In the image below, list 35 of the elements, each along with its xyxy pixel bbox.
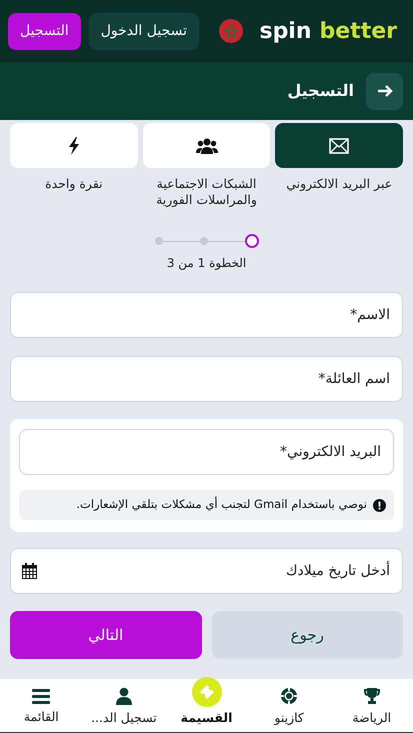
method-label: نقرة واحدة: [44, 176, 104, 192]
input-field[interactable]: الاسم*: [10, 292, 403, 338]
nav-item[interactable]: الرياضة: [330, 679, 413, 732]
method-label: الشبكات الاجتماعية والمراسلات الفورية: [155, 176, 258, 208]
chip-icon: [280, 687, 298, 706]
page-title: التسجيل: [287, 80, 354, 102]
trophy-icon: [362, 687, 381, 706]
logo[interactable]: spin better: [259, 14, 397, 48]
exclamation-icon: [373, 498, 386, 512]
envelope-icon: [329, 138, 350, 154]
ticket-icon: [198, 683, 216, 702]
login-button[interactable]: تسجيل الدخول: [88, 12, 199, 50]
method-tab[interactable]: [142, 123, 270, 168]
lightning-icon: [68, 136, 80, 154]
input-field[interactable]: اسم العائلة*: [10, 356, 403, 402]
back-button[interactable]: رجوع: [212, 611, 403, 659]
register-button[interactable]: التسجيل: [8, 12, 81, 50]
people-icon: [196, 138, 218, 154]
notice-text: نوصي باستخدام Gmail لتجنب أي مشكلات بتلقي الإشعارات.: [76, 496, 367, 514]
calendar-icon[interactable]: [22, 563, 37, 579]
input-field[interactable]: البريد الالكتروني*: [19, 429, 394, 475]
nav-item[interactable]: كازينو: [248, 679, 330, 732]
next-button[interactable]: التالي: [10, 611, 202, 659]
method-tab[interactable]: [275, 123, 403, 168]
method-label: عبر البريد الالكتروني: [285, 176, 394, 192]
nav-item[interactable]: القسيمة: [165, 679, 248, 732]
menu-icon: [32, 688, 50, 704]
date-field[interactable]: أدخل تاريخ ميلادك: [10, 548, 403, 594]
nav-item[interactable]: تسجيل الد...: [82, 679, 166, 732]
back-arrow-button[interactable]: [366, 72, 403, 110]
arrow-icon: [376, 84, 392, 98]
flag-icon[interactable]: [219, 19, 244, 43]
step-text: الخطوة 1 من 3: [166, 255, 248, 272]
nav-item[interactable]: القائمة: [0, 679, 83, 732]
person-icon: [114, 687, 133, 706]
